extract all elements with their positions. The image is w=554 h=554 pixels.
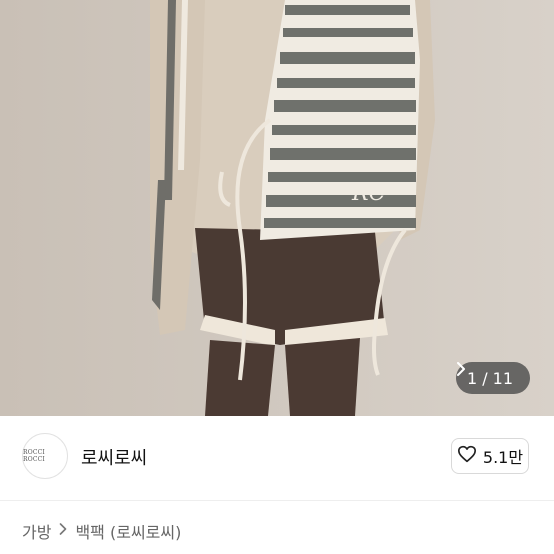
svg-text:RC: RC [351, 181, 386, 206]
like-button[interactable]: 5.1만 [451, 438, 529, 474]
heart-outline-icon [457, 445, 477, 467]
divider [0, 500, 554, 501]
product-image[interactable]: RC 1 / 11 [0, 0, 554, 416]
chevron-right-icon [59, 523, 67, 539]
breadcrumb-item-backpack[interactable]: 백팩 (로씨로씨) [75, 519, 181, 543]
image-counter-text: 1 / 11 [466, 368, 514, 388]
store-logo-text: ROCCI ROCCI [23, 449, 45, 463]
like-count: 5.1만 [482, 448, 524, 467]
product-photo: RC [0, 0, 554, 416]
store-logo[interactable]: ROCCI ROCCI [22, 433, 68, 479]
image-counter[interactable]: 1 / 11 [456, 362, 530, 394]
breadcrumb-item-bags[interactable]: 가방 [22, 519, 51, 543]
breadcrumb: 가방 백팩 (로씨로씨) [22, 519, 181, 543]
store-name[interactable]: 로씨로씨 [81, 444, 147, 470]
